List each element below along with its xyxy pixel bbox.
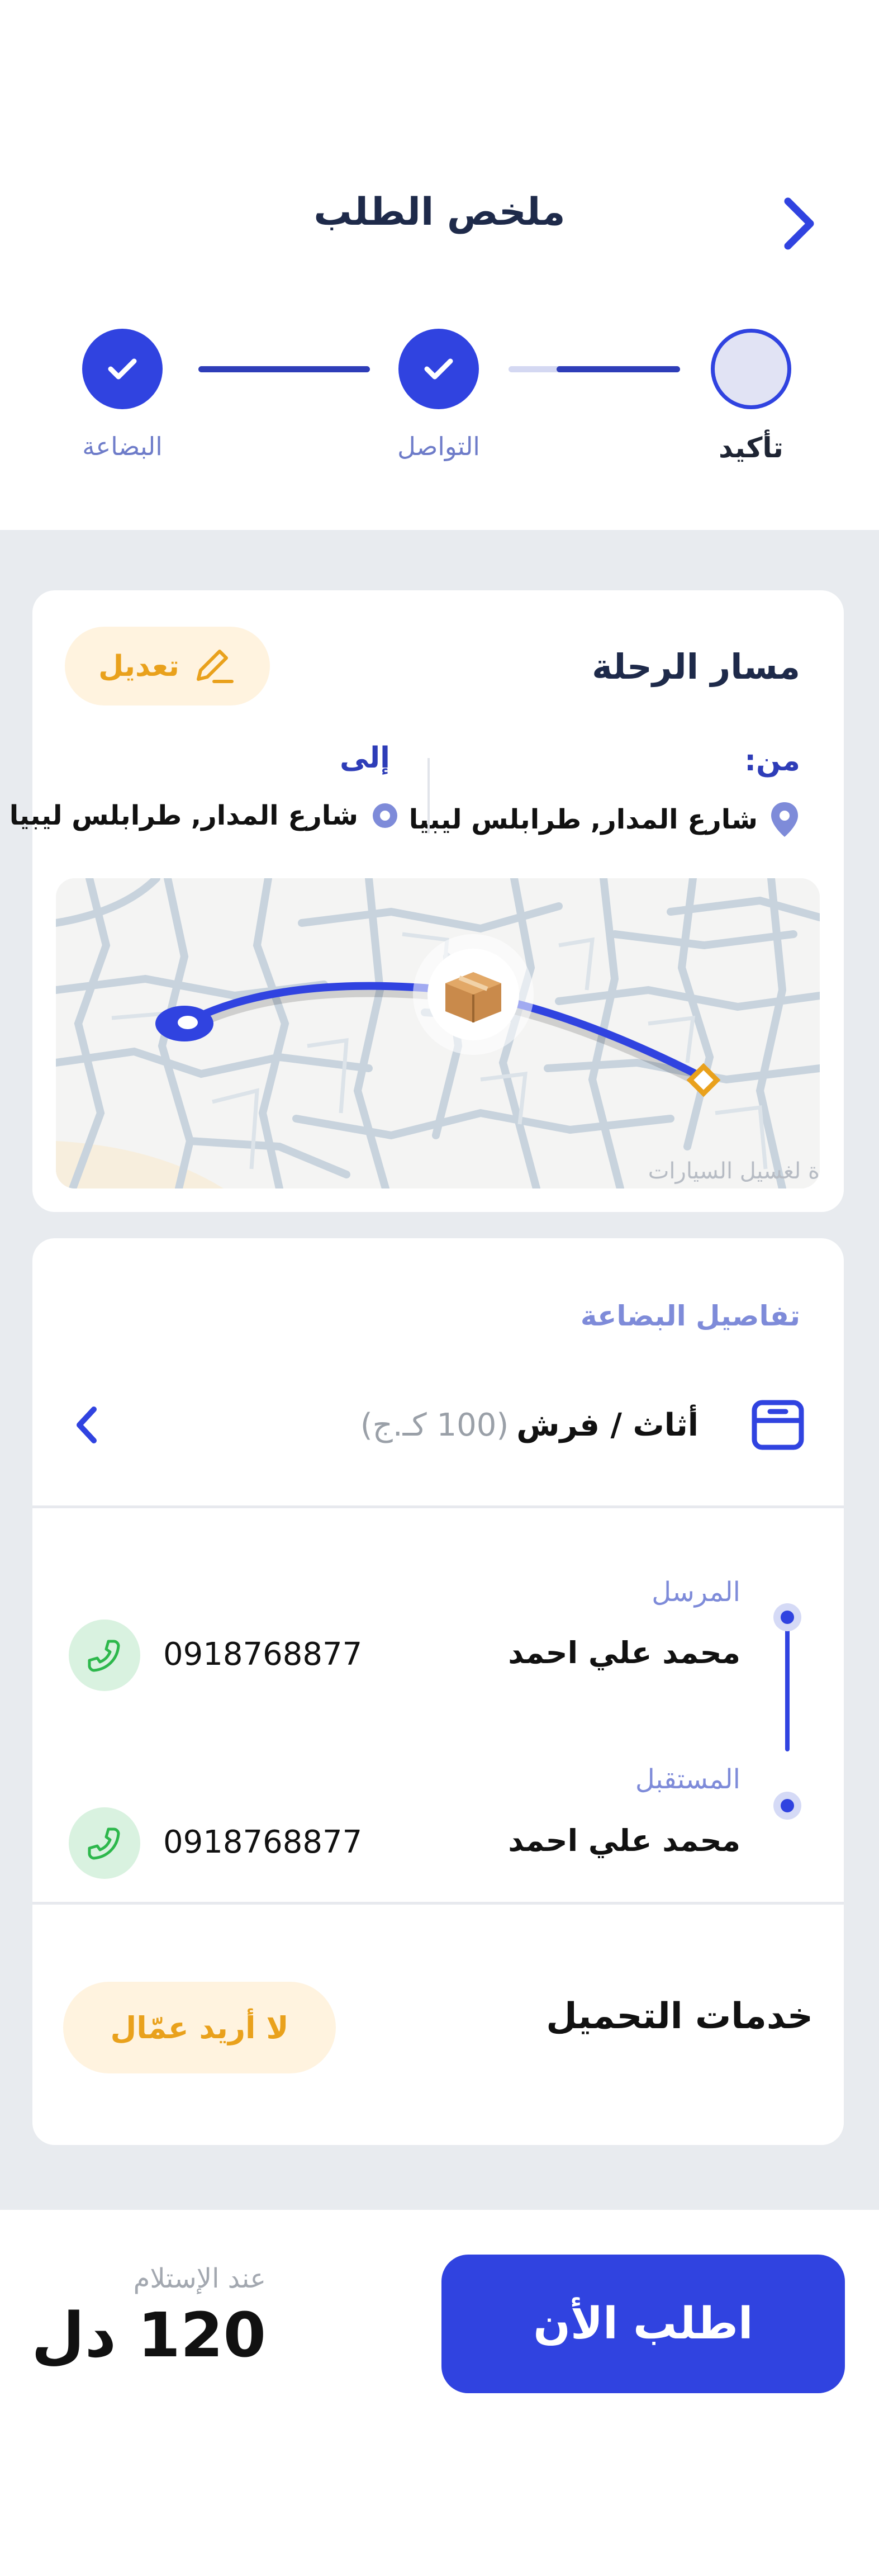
- pencil-icon: [196, 649, 234, 683]
- total-price: 120 دل: [31, 2299, 266, 2371]
- receiver-name: محمد علي احمد: [508, 1823, 740, 1858]
- map-watermark: ة لغسيل السيارات: [648, 1158, 820, 1184]
- route-card: مسار الرحلة تعديل من: شارع المدار, طرابل…: [9, 590, 844, 1212]
- goods-section-title: تفاصيل البضاعة: [580, 1300, 800, 1332]
- divider: [32, 1505, 844, 1508]
- phone-icon: [88, 1640, 120, 1672]
- step-confirm-label: تأكيد: [719, 432, 783, 464]
- phone-icon: [88, 1827, 120, 1860]
- from-label: من:: [744, 744, 800, 778]
- edit-route-button[interactable]: تعديل: [65, 627, 270, 705]
- progress-line-2-fill: [557, 366, 680, 372]
- step-goods-label: البضاعة: [82, 432, 163, 461]
- chevron-right-icon: [784, 197, 814, 250]
- loading-services-value: لا أريد عمّال: [110, 2010, 289, 2045]
- timeline-line: [785, 1624, 790, 1751]
- from-address: شارع المدار, طرابلس ليبيا: [408, 804, 758, 835]
- step-goods-circle: [82, 329, 163, 409]
- to-row[interactable]: شارع المدار, طرابلس ليبيا: [9, 800, 401, 831]
- to-label: إلى: [340, 741, 390, 775]
- loading-services-option[interactable]: لا أريد عمّال: [63, 1982, 336, 2073]
- route-divider: [427, 758, 430, 834]
- order-now-button[interactable]: اطلب الأن: [441, 2255, 845, 2393]
- divider: [32, 1902, 844, 1905]
- chevron-left-icon: [77, 1407, 97, 1443]
- header: ملخص الطلب تأكيد التواصل البضاعة: [0, 0, 879, 530]
- route-map[interactable]: ة لغسيل السيارات: [56, 878, 820, 1188]
- timeline-dot-receiver: [773, 1792, 801, 1820]
- route-card-title: مسار الرحلة: [592, 646, 800, 687]
- progress-line-1: [198, 366, 370, 372]
- on-receipt-label: عند الإستلام: [133, 2263, 266, 2294]
- call-receiver-button[interactable]: [69, 1807, 140, 1879]
- sender-name: محمد علي احمد: [508, 1635, 740, 1670]
- step-confirm-circle: [711, 329, 791, 409]
- timeline-dot-sender: [773, 1603, 801, 1631]
- receiver-phone: 0918768877: [163, 1824, 363, 1860]
- receiver-label: المستقبل: [635, 1764, 740, 1795]
- check-icon: [108, 358, 137, 380]
- edit-label: تعديل: [98, 649, 179, 683]
- loading-services-title: خدمات التحميل: [546, 1996, 813, 2037]
- step-contact-circle: [398, 329, 479, 409]
- to-address: شارع المدار, طرابلس ليبيا: [9, 800, 358, 831]
- check-icon: [424, 358, 453, 380]
- location-pin-icon: [771, 802, 798, 837]
- step-contact-label: التواصل: [397, 432, 480, 461]
- goods-item-name: أثاث / فرش: [516, 1407, 699, 1443]
- from-row[interactable]: شارع المدار, طرابلس ليبيا: [409, 800, 800, 839]
- goods-card: تفاصيل البضاعة أثاث / فرش (100 كـ.ج) الم…: [32, 1238, 844, 2145]
- page-title: ملخص الطلب: [313, 190, 566, 234]
- goods-item-row[interactable]: أثاث / فرش (100 كـ.ج): [32, 1384, 844, 1462]
- goods-item-weight: (100 كـ.ج): [360, 1407, 509, 1443]
- checkout-footer: اطلب الأن عند الإستلام 120 دل: [0, 2210, 879, 2576]
- destination-dot-icon: [373, 803, 397, 828]
- sender-phone: 0918768877: [163, 1636, 363, 1673]
- call-sender-button[interactable]: [69, 1620, 140, 1691]
- map-streets: [56, 878, 820, 1188]
- sender-label: المرسل: [652, 1576, 740, 1608]
- back-button[interactable]: [771, 193, 827, 254]
- box-icon: [752, 1400, 804, 1450]
